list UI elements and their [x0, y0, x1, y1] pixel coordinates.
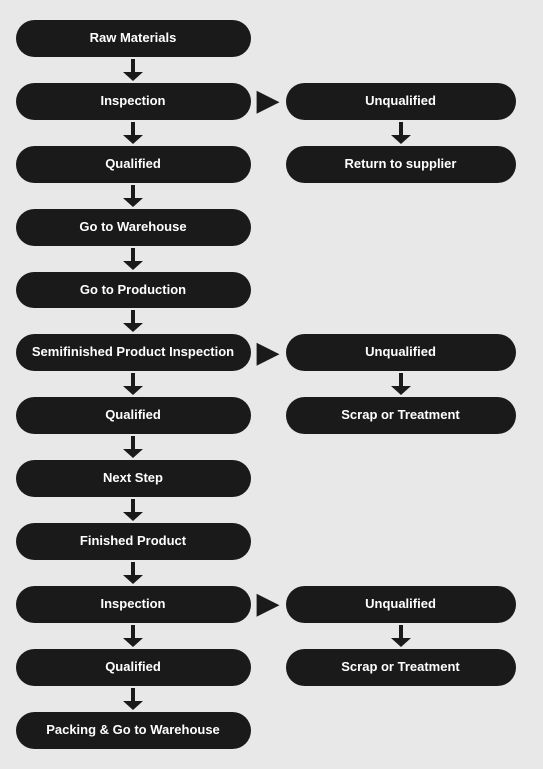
inspection1-node: Inspection — [8, 83, 258, 120]
arrow-after-unqualified1 — [278, 120, 523, 146]
arrow-after-raw — [8, 57, 258, 83]
go-to-production-label: Go to Production — [16, 272, 251, 309]
inspection2-node: Inspection — [8, 586, 258, 623]
qualified1-label: Qualified — [16, 146, 251, 183]
unqualified1-label: Unqualified — [286, 83, 516, 120]
qualified3-node: Qualified — [8, 649, 258, 686]
arrow-to-unqualified1: ▶ — [258, 86, 278, 116]
qualified2-label: Qualified — [16, 397, 251, 434]
arrow-after-unqualified3 — [278, 623, 523, 649]
scrap1-label: Scrap or Treatment — [286, 397, 516, 434]
arrow-after-qualified1 — [8, 183, 258, 209]
arrow-to-unqualified3: ▶ — [258, 589, 278, 619]
next-step-node: Next Step — [8, 460, 258, 497]
qualified2-node: Qualified — [8, 397, 258, 434]
unqualified3-label: Unqualified — [286, 586, 516, 623]
qualified3-label: Qualified — [16, 649, 251, 686]
unqualified1-node: Unqualified — [278, 83, 523, 120]
unqualified2-node: Unqualified — [278, 334, 523, 371]
unqualified3-node: Unqualified — [278, 586, 523, 623]
raw-materials-node: Raw Materials — [8, 20, 258, 57]
packing-label: Packing & Go to Warehouse — [16, 712, 251, 749]
arrow-after-next-step — [8, 497, 258, 523]
semifinished-node: Semifinished Product Inspection — [8, 334, 258, 371]
go-to-production-node: Go to Production — [8, 272, 258, 309]
arrow-after-semifinished — [8, 371, 258, 397]
arrow-after-warehouse — [8, 246, 258, 272]
scrap2-node: Scrap or Treatment — [278, 649, 523, 686]
inspection1-label: Inspection — [16, 83, 251, 120]
finished-product-node: Finished Product — [8, 523, 258, 560]
raw-materials-label: Raw Materials — [16, 20, 251, 57]
arrow-after-finished — [8, 560, 258, 586]
unqualified2-label: Unqualified — [286, 334, 516, 371]
scrap1-node: Scrap or Treatment — [278, 397, 523, 434]
scrap2-label: Scrap or Treatment — [286, 649, 516, 686]
arrow-after-production — [8, 308, 258, 334]
go-to-warehouse-node: Go to Warehouse — [8, 209, 258, 246]
inspection2-label: Inspection — [16, 586, 251, 623]
go-to-warehouse-label: Go to Warehouse — [16, 209, 251, 246]
arrow-after-inspection1 — [8, 120, 258, 146]
arrow-after-inspection2 — [8, 623, 258, 649]
return-supplier-node: Return to supplier — [278, 146, 523, 183]
packing-node: Packing & Go to Warehouse — [8, 712, 258, 749]
arrow-after-qualified3 — [8, 686, 258, 712]
next-step-label: Next Step — [16, 460, 251, 497]
arrow-after-unqualified2 — [278, 371, 523, 397]
finished-product-label: Finished Product — [16, 523, 251, 560]
arrow-after-qualified2 — [8, 434, 258, 460]
qualified1-node: Qualified — [8, 146, 258, 183]
semifinished-label: Semifinished Product Inspection — [16, 334, 251, 371]
arrow-to-unqualified2: ▶ — [258, 338, 278, 368]
return-supplier-label: Return to supplier — [286, 146, 516, 183]
